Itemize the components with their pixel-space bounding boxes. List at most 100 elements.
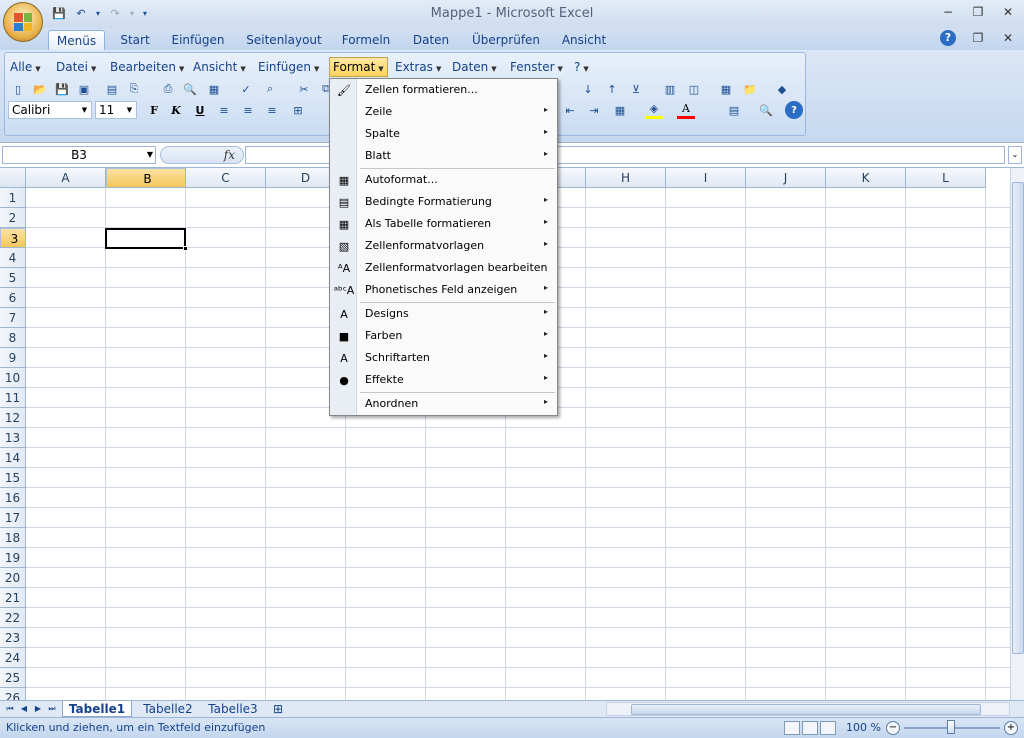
row-header-8[interactable]: 8: [0, 328, 26, 348]
column-header-k[interactable]: K: [826, 168, 906, 188]
attach-icon[interactable]: ⎘: [125, 80, 143, 98]
format-menu-item-7[interactable]: ▧ Zellenformatvorlagen ▸: [331, 235, 556, 257]
font-color-icon[interactable]: A: [677, 101, 695, 119]
zoom-level[interactable]: 100 %: [846, 721, 881, 734]
row-header-10[interactable]: 10: [0, 368, 26, 388]
menu-alle[interactable]: Alle ▼: [7, 58, 44, 76]
borders-icon[interactable]: ▦: [611, 101, 629, 119]
expand-formula-bar-button[interactable]: ⌄: [1008, 146, 1022, 164]
format-menu-item-2[interactable]: Spalte ▸: [331, 123, 556, 145]
folder-icon[interactable]: 📁: [741, 80, 759, 98]
row-header-12[interactable]: 12: [0, 408, 26, 428]
tab-start[interactable]: Start: [114, 30, 156, 50]
column-header-i[interactable]: I: [666, 168, 746, 188]
fill-color-icon[interactable]: ◈: [645, 101, 663, 119]
menu-format[interactable]: Format ▼: [329, 57, 388, 77]
tab-formeln[interactable]: Formeln: [335, 30, 397, 50]
filter-icon[interactable]: ⊻: [627, 80, 645, 98]
first-sheet-icon[interactable]: ⏮: [4, 702, 16, 716]
row-header-25[interactable]: 25: [0, 668, 26, 688]
align-center-icon[interactable]: ≡: [239, 101, 257, 119]
print-icon[interactable]: ⎙: [159, 80, 177, 98]
menu-help[interactable]: ? ▼: [571, 58, 592, 76]
column-header-b[interactable]: B: [106, 168, 186, 188]
format-menu-item-1[interactable]: Zeile ▸: [331, 101, 556, 123]
save-icon[interactable]: 💾: [53, 80, 71, 98]
chart-icon[interactable]: ▥: [661, 80, 679, 98]
zoom-slider-thumb[interactable]: [947, 720, 955, 734]
page-break-view-icon[interactable]: [820, 721, 836, 735]
tab-ansicht[interactable]: Ansicht: [555, 30, 613, 50]
pivot-icon[interactable]: ◫: [685, 80, 703, 98]
row-header-4[interactable]: 4: [0, 248, 26, 268]
row-header-3[interactable]: 3: [0, 228, 26, 248]
row-header-14[interactable]: 14: [0, 448, 26, 468]
row-header-22[interactable]: 22: [0, 608, 26, 628]
select-all-button[interactable]: [0, 168, 26, 188]
vertical-scrollbar[interactable]: [1010, 168, 1024, 700]
column-header-c[interactable]: C: [186, 168, 266, 188]
row-header-26[interactable]: 26: [0, 688, 26, 700]
macro-icon[interactable]: ◆: [773, 80, 791, 98]
format-menu-item-13[interactable]: ● Effekte ▸: [331, 369, 556, 391]
format-menu-item-12[interactable]: A Schriftarten ▸: [331, 347, 556, 369]
zoom-out-icon[interactable]: −: [886, 721, 900, 735]
column-header-h[interactable]: H: [586, 168, 666, 188]
tab-daten[interactable]: Daten: [406, 30, 456, 50]
research-icon[interactable]: ⌕: [261, 80, 279, 98]
fill-handle[interactable]: [183, 246, 188, 251]
column-header-a[interactable]: A: [26, 168, 106, 188]
next-sheet-icon[interactable]: ▶: [32, 702, 44, 716]
tab-ueberpruefen[interactable]: Überprüfen: [466, 30, 546, 50]
row-header-15[interactable]: 15: [0, 468, 26, 488]
row-header-19[interactable]: 19: [0, 548, 26, 568]
page-setup-icon[interactable]: ▦: [205, 80, 223, 98]
format-menu-item-9[interactable]: ᵃᵇᶜA Phonetisches Feld anzeigen ▸: [331, 279, 556, 301]
column-header-l[interactable]: L: [906, 168, 986, 188]
format-menu-item-8[interactable]: ᴬA Zellenformatvorlagen bearbeiten: [331, 257, 556, 279]
menu-fenster[interactable]: Fenster ▼: [507, 58, 566, 76]
merge-center-icon[interactable]: ⊞: [289, 101, 307, 119]
sheet-tab-tabelle1[interactable]: Tabelle1: [62, 701, 132, 717]
row-header-24[interactable]: 24: [0, 648, 26, 668]
row-header-1[interactable]: 1: [0, 188, 26, 208]
increase-indent-icon[interactable]: ⇥: [585, 101, 603, 119]
format-menu-item-5[interactable]: ▤ Bedingte Formatierung ▸: [331, 191, 556, 213]
active-cell[interactable]: [105, 228, 188, 251]
format-menu-item-6[interactable]: ▦ Als Tabelle formatieren ▸: [331, 213, 556, 235]
preview-icon[interactable]: 🔍: [181, 80, 199, 98]
insert-cells-icon[interactable]: ▤: [725, 101, 743, 119]
workbook-restore-button[interactable]: ❐: [970, 30, 986, 46]
decrease-indent-icon[interactable]: ⇤: [561, 101, 579, 119]
tab-seitenlayout[interactable]: Seitenlayout: [243, 30, 325, 50]
row-header-16[interactable]: 16: [0, 488, 26, 508]
sheet-tab-tabelle2[interactable]: Tabelle2: [136, 701, 200, 717]
row-header-11[interactable]: 11: [0, 388, 26, 408]
cut-icon[interactable]: ✂: [295, 80, 313, 98]
row-header-17[interactable]: 17: [0, 508, 26, 528]
row-header-7[interactable]: 7: [0, 308, 26, 328]
menu-ansicht[interactable]: Ansicht ▼: [190, 58, 249, 76]
horizontal-scroll-thumb[interactable]: [631, 704, 981, 715]
prev-sheet-icon[interactable]: ◀: [18, 702, 30, 716]
menu-einfuegen[interactable]: Einfügen ▼: [255, 58, 322, 76]
workbook-close-button[interactable]: ✕: [1000, 30, 1016, 46]
help-icon[interactable]: ?: [785, 101, 803, 119]
vertical-scroll-thumb[interactable]: [1012, 182, 1024, 654]
menu-extras[interactable]: Extras ▼: [392, 58, 444, 76]
find-icon[interactable]: 🔍: [757, 101, 775, 119]
insert-function-button[interactable]: fx: [224, 147, 235, 163]
sheet-tab-tabelle3[interactable]: Tabelle3: [202, 701, 264, 717]
italic-button[interactable]: K: [167, 101, 185, 119]
align-right-icon[interactable]: ≡: [263, 101, 281, 119]
spelling-icon[interactable]: ✓: [237, 80, 255, 98]
menu-bearbeiten[interactable]: Bearbeiten ▼: [107, 58, 187, 76]
horizontal-scrollbar[interactable]: [606, 702, 1010, 716]
zoom-in-icon[interactable]: +: [1004, 721, 1018, 735]
row-header-13[interactable]: 13: [0, 428, 26, 448]
underline-button[interactable]: U: [191, 101, 209, 119]
row-header-23[interactable]: 23: [0, 628, 26, 648]
permission-icon[interactable]: ▣: [75, 80, 93, 98]
insert-sheet-icon[interactable]: ⊞: [266, 701, 290, 717]
font-size-select[interactable]: 11 ▼: [95, 101, 137, 119]
